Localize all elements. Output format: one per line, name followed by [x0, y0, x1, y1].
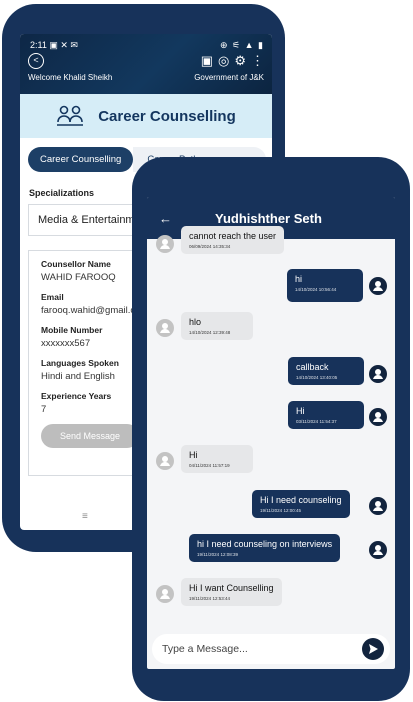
user-avatar-icon: [369, 497, 387, 515]
user-avatar-icon: [369, 408, 387, 426]
message-bubble: callback 14/10/2024 13:40:05: [288, 357, 364, 385]
message-time: 19/11/2024 12:08:39: [197, 552, 238, 557]
message-text: Hi: [296, 406, 305, 416]
translate-icon[interactable]: ▣: [201, 53, 213, 69]
chat-screen: ← Yudhishther Seth cannot reach the user…: [147, 197, 395, 669]
more-vert-icon[interactable]: ⋮: [251, 53, 264, 69]
user-avatar-icon: [369, 277, 387, 295]
message-text: callback: [296, 362, 329, 372]
career-counselling-banner: Career Counselling: [20, 94, 272, 138]
user-avatar-icon: [156, 319, 174, 337]
government-text: Government of J&K: [194, 73, 264, 82]
message-text: Hi I need counseling: [260, 495, 342, 505]
message-time: 06/09/2024 14:35:34: [189, 244, 231, 249]
user-avatar-icon: [369, 541, 387, 559]
message-bubble: hi I need counseling on interviews 19/11…: [189, 534, 341, 562]
welcome-text: Welcome Khalid Sheikh: [28, 73, 113, 82]
status-time: 2:11: [30, 40, 47, 50]
send-icon[interactable]: [362, 638, 384, 660]
message-text: Hi I want Counselling: [189, 583, 274, 593]
back-circle-icon[interactable]: <: [28, 53, 44, 69]
front-phone: ← Yudhishther Seth cannot reach the user…: [132, 157, 410, 701]
user-settings-icon[interactable]: ⚙: [234, 53, 246, 69]
message-bubble: cannot reach the user 06/09/2024 14:35:3…: [181, 226, 285, 254]
message-text: hlo: [189, 317, 202, 327]
tab-career-counselling[interactable]: Career Counselling: [28, 147, 134, 172]
message-time: 04/11/2024 11:57:19: [189, 463, 230, 468]
message-time: 14/10/2024 12:39:48: [189, 330, 231, 335]
banner-title: Career Counselling: [98, 107, 236, 125]
message-time: 03/11/2024 11:54:37: [296, 419, 337, 424]
message-bubble: Hi I need counseling 19/11/2024 12:00:45: [252, 490, 350, 518]
account-icon[interactable]: ◎: [218, 53, 229, 69]
chat-title: Yudhishther Seth: [215, 210, 322, 226]
message-time: 19/11/2024 12:00:45: [260, 508, 301, 513]
message-bubble: hlo 14/10/2024 12:39:48: [181, 312, 253, 340]
message-text: hi I need counseling on interviews: [197, 539, 333, 549]
message-text: Hi: [189, 450, 198, 460]
user-avatar-icon: [156, 452, 174, 470]
people-icon: [56, 104, 84, 128]
status-left-icons: ▣ ✕ ✉: [49, 40, 78, 50]
menu-icon[interactable]: ≡: [82, 511, 88, 522]
message-bubble: Hi I want Counselling 19/11/2024 12:53:4…: [181, 578, 282, 606]
message-text: hi: [295, 274, 303, 284]
message-bubble: hi 14/10/2024 10:56:44: [287, 269, 363, 302]
user-avatar-icon: [156, 585, 174, 603]
message-input-bar: [152, 634, 390, 664]
status-bar: 2:11 ▣ ✕ ✉ ⊕ ⚟ ▲ ▮: [20, 34, 272, 51]
message-time: 14/10/2024 10:56:44: [295, 287, 337, 292]
send-message-button[interactable]: Send Message: [41, 424, 139, 448]
message-text: cannot reach the user: [189, 231, 277, 241]
message-bubble: Hi 03/11/2024 11:54:37: [288, 401, 364, 429]
message-bubble: Hi 04/11/2024 11:57:19: [181, 445, 253, 473]
message-time: 14/10/2024 13:40:05: [296, 375, 338, 380]
status-right-icons: ⊕ ⚟ ▲ ▮: [220, 40, 264, 50]
message-time: 19/11/2024 12:53:44: [189, 596, 230, 601]
user-avatar-icon: [156, 235, 174, 253]
back-arrow-icon[interactable]: ←: [159, 211, 199, 226]
app-header: 2:11 ▣ ✕ ✉ ⊕ ⚟ ▲ ▮ < ▣ ◎ ⚙ ⋮ Welcome Kha…: [20, 34, 272, 94]
stage: 2:11 ▣ ✕ ✉ ⊕ ⚟ ▲ ▮ < ▣ ◎ ⚙ ⋮ Welcome Kha…: [0, 0, 413, 702]
message-input[interactable]: [162, 634, 352, 664]
user-avatar-icon: [369, 365, 387, 383]
